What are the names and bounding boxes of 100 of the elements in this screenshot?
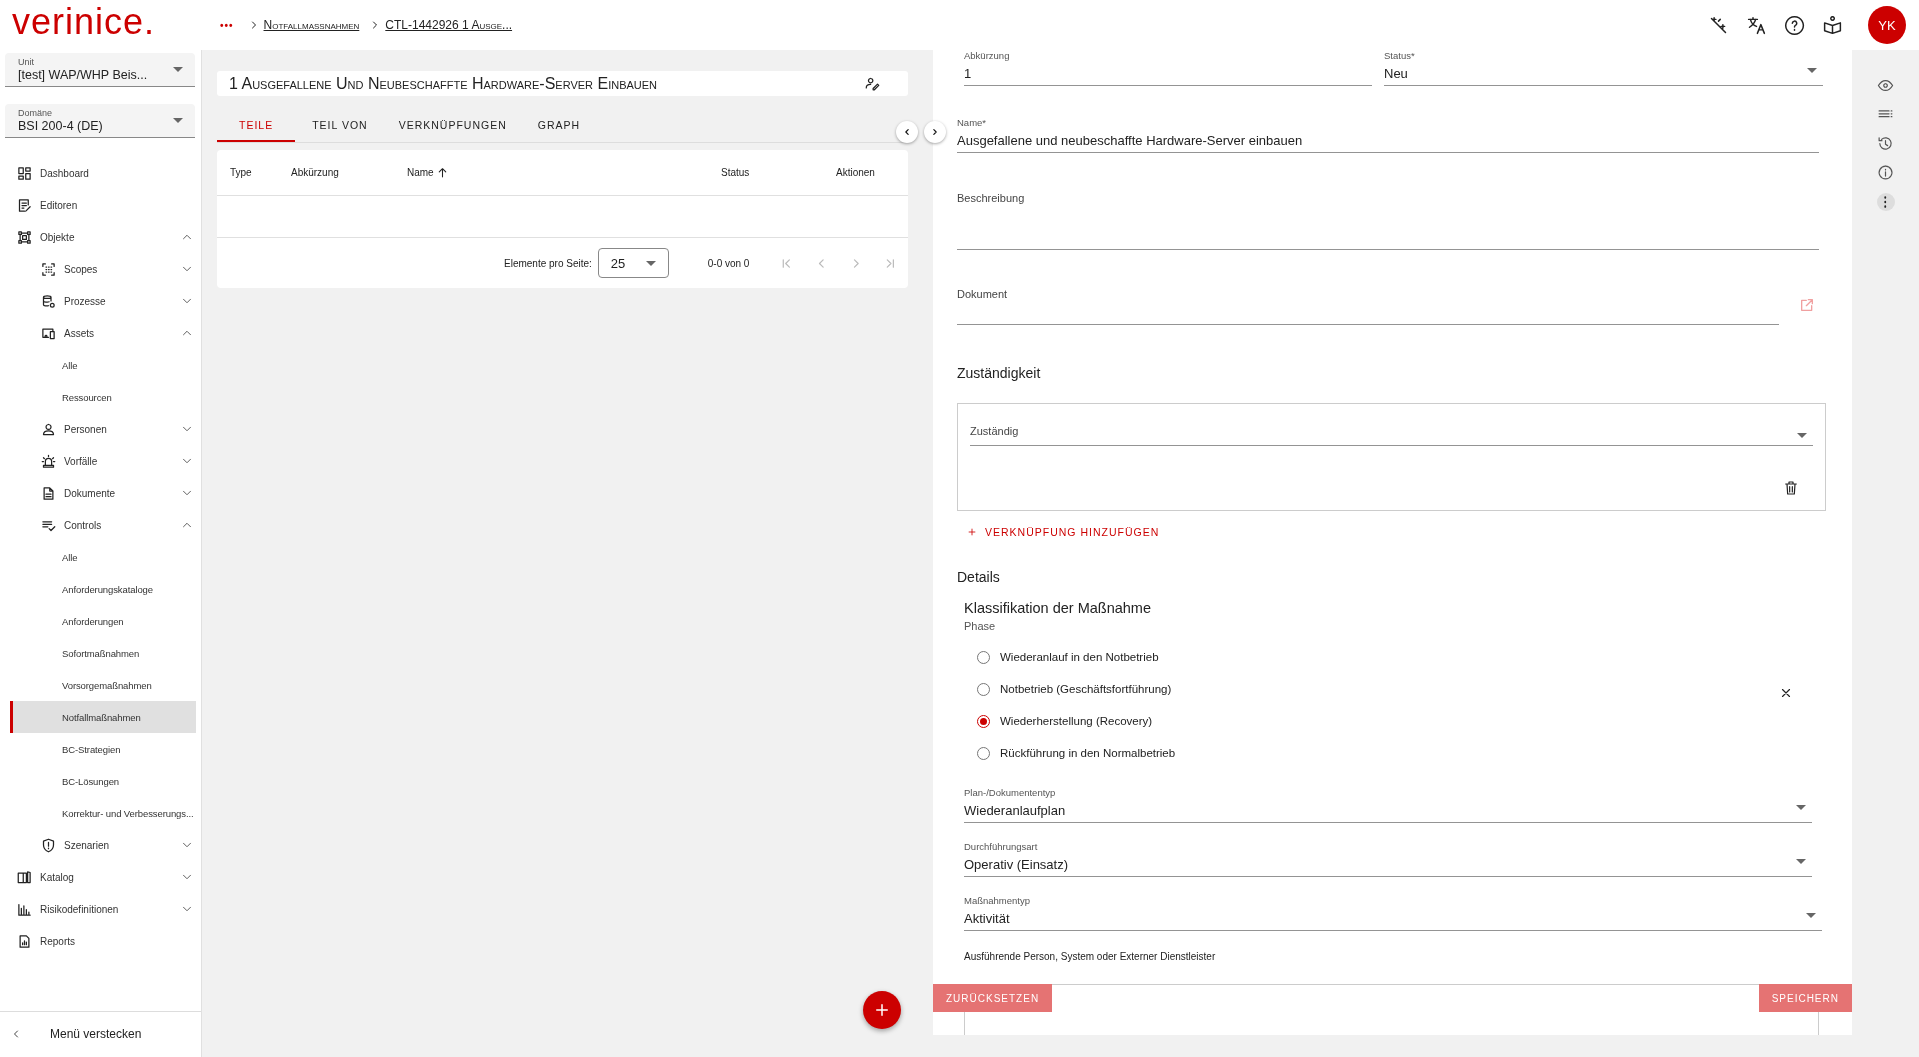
- nav-item[interactable]: Vorfälle: [10, 445, 200, 477]
- add-button[interactable]: [863, 991, 901, 1029]
- user-avatar[interactable]: YK: [1868, 6, 1906, 44]
- add-link[interactable]: VERKNÜPFUNG HINZUFÜGEN: [957, 526, 1160, 538]
- siren-icon: [41, 453, 56, 469]
- field-label: Ausführende Person, System oder Externer Dienstleister: [964, 951, 1217, 962]
- bar-chart-icon: [17, 901, 32, 917]
- caret-icon: [173, 118, 183, 123]
- caret-icon: [645, 260, 656, 266]
- column-header[interactable]: Status: [721, 167, 836, 178]
- page-size-label: Elemente pro Seite:: [504, 257, 592, 269]
- info-icon[interactable]: [1877, 164, 1894, 181]
- nav-item[interactable]: BC-Lösungen: [10, 765, 200, 797]
- document-icon: [41, 485, 56, 501]
- nav-item[interactable]: Sofortmaßnahmen: [10, 637, 200, 669]
- nav-item[interactable]: Personen: [10, 413, 200, 445]
- status-select[interactable]: Status* Neu: [1384, 50, 1823, 86]
- column-header[interactable]: Type: [230, 167, 291, 178]
- document-field[interactable]: Dokument: [957, 287, 1779, 325]
- shield-icon: [41, 837, 56, 853]
- nav-item[interactable]: Korrektur- und Verbesserungs...: [10, 797, 200, 829]
- nav-item[interactable]: Scopes: [10, 253, 200, 285]
- nav-item[interactable]: Katalog: [10, 861, 200, 893]
- nav-item[interactable]: Anforderungen: [10, 605, 200, 637]
- group-heading: Klassifikation der Maßnahme: [964, 600, 1152, 616]
- select-field[interactable]: Plan-/Dokumententyp Wiederanlaufplan: [964, 787, 1812, 823]
- nav-item[interactable]: Assets: [10, 317, 200, 349]
- nav-item[interactable]: Objekte: [10, 221, 200, 253]
- radio-option[interactable]: Rückführung in den Normalbetrieb: [964, 737, 1779, 769]
- logo: verinice.: [11, 2, 157, 42]
- plus-icon: [967, 527, 977, 537]
- eye-icon[interactable]: [1877, 77, 1894, 94]
- history-icon[interactable]: [1877, 135, 1894, 152]
- nav-item[interactable]: BC-Strategien: [10, 733, 200, 765]
- nav-item[interactable]: Dokumente: [10, 477, 200, 509]
- column-header[interactable]: Aktionen: [836, 167, 908, 178]
- caret-icon: [1796, 859, 1806, 864]
- radio-option[interactable]: Wiederanlauf in den Notbetrieb: [964, 641, 1779, 673]
- name-field[interactable]: Name* Ausgefallene und neubeschaffte Hardware-Server einbauen: [957, 117, 1819, 153]
- select-field[interactable]: Unit [test] WAP/WHP Beis...: [5, 53, 195, 87]
- nav-item[interactable]: Alle: [10, 541, 200, 573]
- responsible-select[interactable]: Zuständig: [970, 424, 1813, 446]
- select-field[interactable]: Maßnahmentyp Aktivität: [964, 895, 1822, 931]
- nav-item[interactable]: Reports: [10, 925, 200, 957]
- nav-item[interactable]: Editoren: [10, 189, 200, 221]
- database-gear-icon: [41, 293, 56, 309]
- report-icon: [17, 933, 32, 949]
- document-pen-icon: [17, 197, 32, 213]
- radio-option[interactable]: Notbetrieb (Geschäftsfortführung): [964, 673, 1779, 705]
- grid-icon: [17, 165, 32, 181]
- tab[interactable]: TEIL VON: [298, 108, 382, 142]
- select-field[interactable]: Durchführungsart Operativ (Einsatz): [964, 841, 1812, 877]
- nav-item[interactable]: Risikodefinitionen: [10, 893, 200, 925]
- collapse-right-button[interactable]: [924, 121, 946, 143]
- caret-icon: [173, 67, 183, 72]
- translate-icon[interactable]: [1746, 14, 1767, 36]
- sparkle-slash-icon[interactable]: [1708, 14, 1729, 36]
- caret-icon: [1797, 433, 1807, 438]
- radio-option[interactable]: Wiederherstellung (Recovery): [964, 705, 1779, 737]
- abbreviation-field[interactable]: Abkürzung 1: [964, 50, 1372, 86]
- nav-item[interactable]: Ressourcen: [10, 381, 200, 413]
- column-header[interactable]: Abkürzung: [291, 167, 407, 178]
- hide-menu-button[interactable]: Menü verstecken: [0, 1011, 201, 1056]
- page-size-select[interactable]: 25: [597, 248, 669, 278]
- breadcrumb-link[interactable]: Notfallmaßnahmen: [263, 18, 360, 32]
- close-icon[interactable]: [1779, 686, 1793, 700]
- book-person-icon[interactable]: [1822, 14, 1843, 36]
- nav-item[interactable]: Alle: [10, 349, 200, 381]
- column-header[interactable]: Name: [407, 166, 721, 179]
- section-heading: Details: [957, 569, 1001, 585]
- caret-icon: [1806, 913, 1816, 918]
- nav-item[interactable]: Vorsorgemaßnahmen: [10, 669, 200, 701]
- tab[interactable]: GRAPH: [523, 108, 595, 142]
- nav-item[interactable]: Anforderungskataloge: [10, 573, 200, 605]
- trash-icon[interactable]: [1783, 480, 1799, 496]
- page-title: 1 Ausgefallene Und Neubeschaffte Hardware-Server Einbauen: [229, 74, 659, 93]
- nav-item[interactable]: Szenarien: [10, 829, 200, 861]
- book-icon: [17, 869, 32, 885]
- help-icon[interactable]: [1784, 14, 1805, 36]
- breadcrumb-link[interactable]: CTL-1442926 1 Ausge...: [385, 18, 513, 32]
- person-edit-icon[interactable]: [865, 76, 880, 91]
- more-button[interactable]: [1876, 193, 1895, 211]
- caret-icon: [1807, 68, 1817, 73]
- tab[interactable]: TEILE: [217, 108, 296, 142]
- person-icon: [41, 421, 56, 437]
- more-crumb[interactable]: •••: [220, 19, 234, 31]
- select-field[interactable]: Domäne BSI 200-4 (DE): [5, 104, 195, 138]
- nav-item[interactable]: Prozesse: [10, 285, 200, 317]
- tab[interactable]: VERKNÜPFUNGEN: [384, 108, 521, 142]
- nav-item[interactable]: Notfallmaßnahmen: [10, 701, 196, 733]
- nav-item[interactable]: Controls: [10, 509, 200, 541]
- phase-label: Phase: [964, 620, 997, 632]
- collapse-left-button[interactable]: [896, 121, 918, 143]
- dotted-frame-icon: [41, 261, 56, 277]
- section-heading: Zuständigkeit: [957, 365, 1042, 381]
- nodes-icon: [17, 229, 32, 245]
- caret-icon: [1796, 805, 1806, 810]
- nav-item[interactable]: Dashboard: [10, 157, 200, 189]
- description-field[interactable]: Beschreibung: [957, 191, 1819, 250]
- devices-icon: [41, 325, 56, 341]
